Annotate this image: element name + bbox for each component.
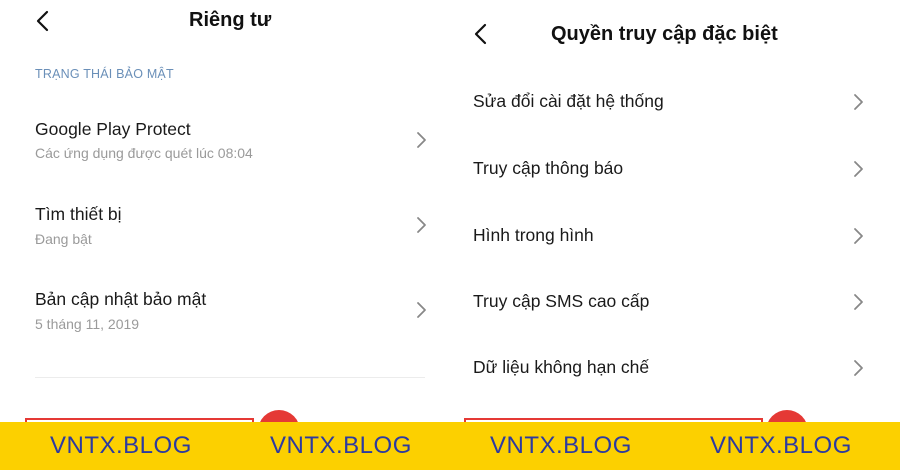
chevron-right-icon	[415, 216, 427, 234]
item-title: Truy cập thông báo	[473, 158, 624, 178]
item-title: Dữ liệu không hạn chế	[473, 357, 650, 377]
settings-item-notification-access[interactable]: Truy cập thông báo	[450, 147, 900, 191]
settings-item-picture-in-picture[interactable]: Hình trong hình	[450, 214, 900, 258]
back-button[interactable]	[468, 19, 492, 49]
item-subtitle: Đang bật	[35, 231, 92, 247]
settings-item-find-device[interactable]: Tìm thiết bị Đang bật	[0, 196, 450, 260]
settings-item-google-play-protect[interactable]: Google Play Protect Các ứng dụng được qu…	[0, 110, 450, 174]
watermark-text: VNTX.BLOG	[710, 432, 852, 459]
item-title: Google Play Protect	[35, 119, 191, 139]
item-title: Hình trong hình	[473, 225, 594, 245]
chevron-left-icon	[474, 23, 487, 45]
page-title: Riêng tư	[189, 9, 272, 31]
watermark-banner: VNTX.BLOG VNTX.BLOG VNTX.BLOG VNTX.BLOG	[0, 422, 900, 470]
settings-item-security-update[interactable]: Bản cập nhật bảo mật 5 tháng 11, 2019	[0, 281, 450, 345]
item-title: Tìm thiết bị	[35, 204, 122, 224]
privacy-screen: Riêng tư TRẠNG THÁI BẢO MẬT Google Play …	[0, 0, 450, 470]
watermark-text: VNTX.BLOG	[50, 432, 192, 459]
settings-item-premium-sms-access[interactable]: Truy cập SMS cao cấp	[450, 280, 900, 324]
section-label: TRẠNG THÁI BẢO MẬT	[35, 67, 174, 81]
item-subtitle: Các ứng dụng được quét lúc 08:04	[35, 145, 253, 161]
chevron-right-icon	[415, 131, 427, 149]
page-title: Quyền truy cập đặc biệt	[551, 23, 778, 45]
chevron-right-icon	[415, 301, 427, 319]
item-title: Bản cập nhật bảo mật	[35, 289, 207, 309]
chevron-right-icon	[852, 359, 864, 377]
divider	[35, 377, 425, 378]
chevron-right-icon	[852, 227, 864, 245]
chevron-right-icon	[852, 160, 864, 178]
chevron-right-icon	[852, 93, 864, 111]
item-subtitle: 5 tháng 11, 2019	[35, 316, 140, 332]
item-title: Truy cập SMS cao cấp	[473, 291, 650, 311]
settings-item-modify-system-settings[interactable]: Sửa đổi cài đặt hệ thống	[450, 80, 900, 124]
chevron-right-icon	[852, 293, 864, 311]
special-access-screen: Quyền truy cập đặc biệt Sửa đổi cài đặt …	[450, 0, 900, 470]
watermark-text: VNTX.BLOG	[270, 432, 412, 459]
watermark-text: VNTX.BLOG	[490, 432, 632, 459]
settings-item-unrestricted-data[interactable]: Dữ liệu không hạn chế	[450, 346, 900, 390]
back-button[interactable]	[30, 6, 54, 36]
item-title: Sửa đổi cài đặt hệ thống	[473, 91, 664, 111]
chevron-left-icon	[36, 10, 49, 32]
